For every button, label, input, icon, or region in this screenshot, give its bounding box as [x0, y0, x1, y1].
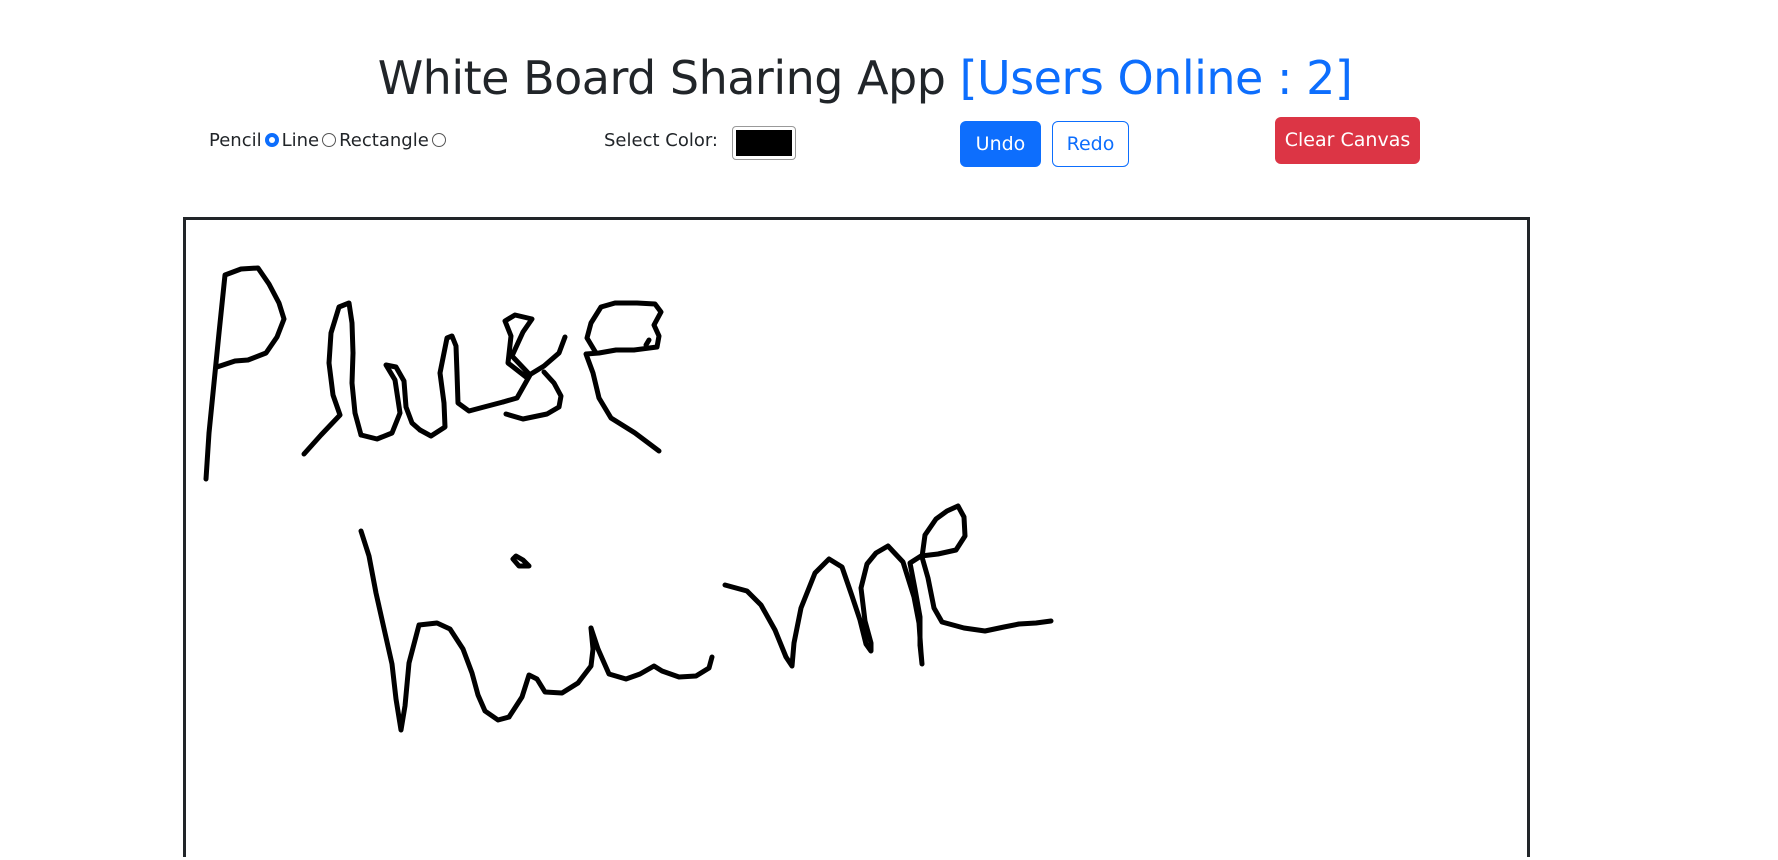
tool-label-rectangle: Rectangle [339, 130, 429, 151]
tool-label-pencil: Pencil [209, 130, 262, 151]
color-swatch-fill [736, 130, 792, 156]
redo-button[interactable]: Redo [1052, 121, 1129, 167]
stroke-e1 [358, 362, 423, 442]
clear-canvas-button[interactable]: Clear Canvas [1275, 117, 1420, 164]
app-title: White Board Sharing App [377, 50, 946, 105]
whiteboard-canvas[interactable] [183, 217, 1530, 857]
tool-selector: Pencil Line Rectangle [209, 128, 449, 154]
color-picker-input[interactable] [732, 126, 796, 160]
page-title: White Board Sharing App [Users Online : … [0, 43, 1730, 113]
tool-label-line: Line [281, 130, 320, 151]
color-label: Select Color: [604, 130, 718, 151]
canvas-drawing [203, 265, 1054, 733]
stroke-e2 [583, 300, 664, 454]
stroke-e2-dot [643, 337, 652, 348]
stroke-i [506, 625, 596, 720]
users-online-count: [Users Online : 2] [959, 50, 1353, 105]
stroke-m [722, 543, 925, 669]
stroke-i-dot [510, 553, 532, 569]
undo-button[interactable]: Undo [960, 121, 1041, 167]
stroke-l [301, 300, 364, 457]
stroke-e3 [907, 503, 1054, 648]
stroke-u [588, 625, 715, 682]
tool-radio-line[interactable] [322, 133, 337, 147]
stroke-P [203, 265, 287, 482]
stroke-h [358, 528, 512, 733]
tool-radio-rectangle[interactable] [431, 133, 446, 147]
tool-radio-pencil[interactable] [264, 133, 279, 147]
stroke-s-tail [503, 369, 564, 422]
stroke-a [417, 333, 506, 439]
